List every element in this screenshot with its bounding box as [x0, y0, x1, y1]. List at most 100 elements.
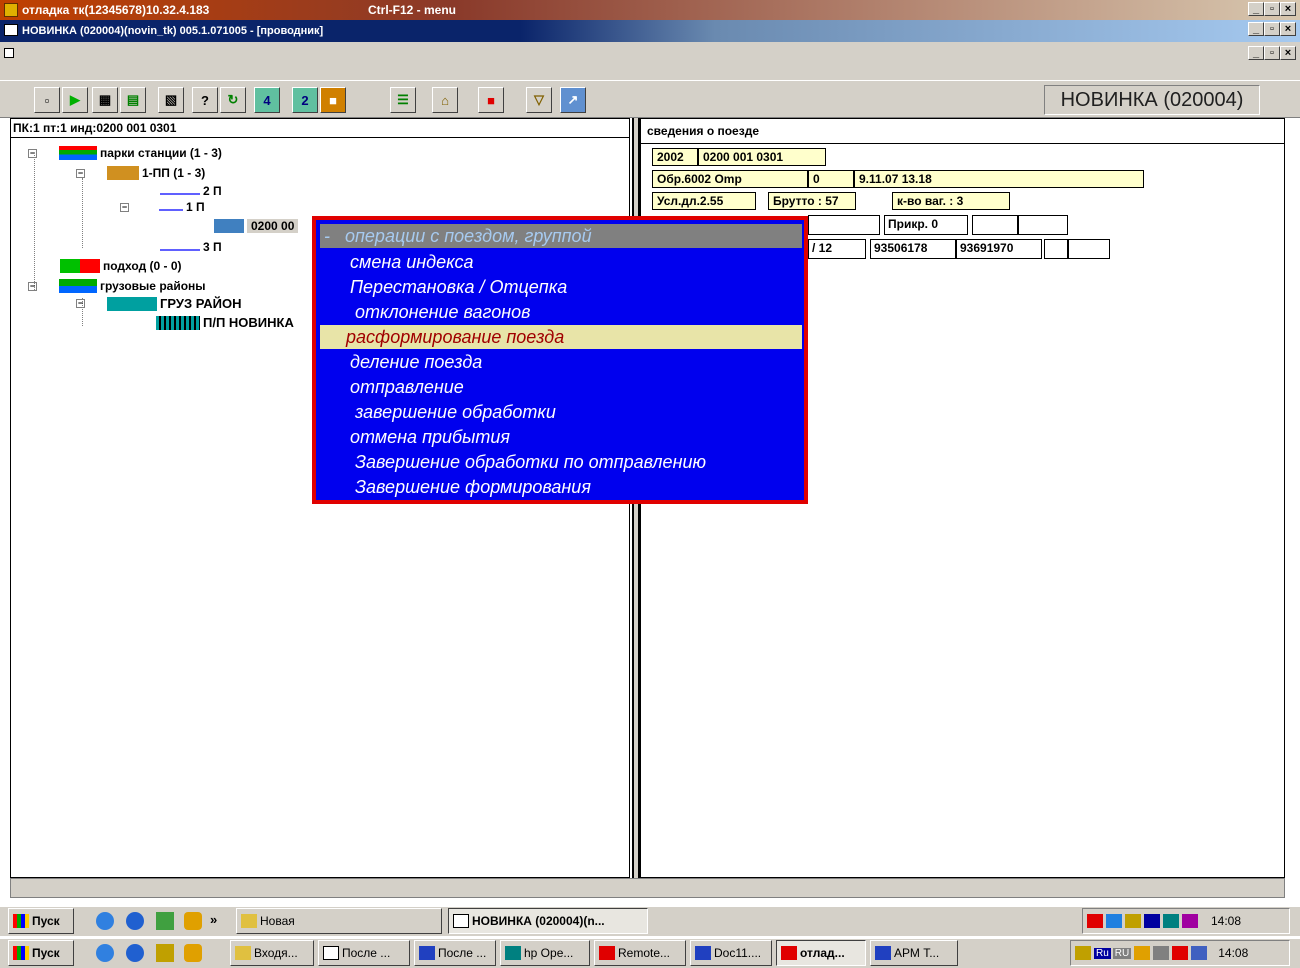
taskbar-item-word1[interactable]: После ... — [414, 940, 496, 966]
tray-tool-icon[interactable] — [1075, 946, 1091, 960]
mdi-maximize-button[interactable]: ▫ — [1264, 46, 1280, 60]
grid-icon[interactable]: ▦ — [92, 87, 118, 113]
mdi-minimize-button[interactable]: _ — [1248, 46, 1264, 60]
report-icon[interactable]: ■ — [320, 87, 346, 113]
word-icon — [695, 946, 711, 960]
menu-item-finish-departure-processing[interactable]: Завершение обработки по отправлению — [320, 450, 802, 474]
app-title-bar[interactable]: отладка тк(12345678)10.32.4.183 Ctrl-F12… — [0, 0, 1300, 20]
menu-item-reject-wagons[interactable]: отклонение вагонов — [320, 300, 802, 324]
start-button[interactable]: Пуск — [8, 940, 74, 966]
menu-item-rearrange-uncouple[interactable]: Перестановка / Отцепка — [320, 275, 802, 299]
child-minimize-button[interactable]: _ — [1248, 22, 1264, 36]
expand-icon[interactable]: − — [28, 148, 37, 158]
play-button[interactable]: ▶ — [62, 87, 88, 113]
row4-cell — [808, 215, 880, 235]
quicklaunch-ie-icon[interactable] — [96, 912, 114, 930]
tray-antivirus-icon[interactable] — [1134, 946, 1151, 960]
taskbar-item-mail[interactable]: После ... — [318, 940, 410, 966]
tray-remote-icon[interactable] — [1172, 946, 1189, 960]
tray-t-icon[interactable] — [1182, 914, 1198, 928]
stop-button[interactable]: ■ — [478, 87, 504, 113]
fraction-cell: / 12 — [808, 239, 866, 259]
outlook-icon — [235, 946, 251, 960]
filter-icon[interactable]: ▽ — [526, 87, 552, 113]
taskbar-item-remote[interactable]: Remote... — [594, 940, 686, 966]
child-close-button[interactable]: × — [1280, 22, 1296, 36]
tree-item-cargo[interactable]: − грузовые районы — [28, 279, 206, 293]
menu-item-disband-train[interactable]: расформирование поезда — [320, 325, 802, 349]
clock[interactable]: 14:08 — [1211, 914, 1241, 928]
prikr-cell: Прикр. 0 — [884, 215, 968, 235]
home-icon[interactable]: ⌂ — [432, 87, 458, 113]
calc-icon[interactable]: 4 — [254, 87, 280, 113]
taskbar-item-arm[interactable]: АРМ Т... — [870, 940, 958, 966]
taskbar-item-doc11[interactable]: Doc11.... — [690, 940, 772, 966]
menu-item-departure[interactable]: отправление — [320, 375, 802, 399]
close-button[interactable]: × — [1280, 2, 1296, 16]
expand-icon[interactable]: − — [28, 281, 37, 291]
tree-item-3p[interactable]: 3 П — [160, 240, 222, 254]
menu-item-finish-formation[interactable]: Завершение формирования — [320, 475, 802, 499]
tray-speaker-icon[interactable] — [1153, 946, 1170, 960]
maximize-button[interactable]: ▫ — [1264, 2, 1280, 16]
edit-icon[interactable]: ▧ — [158, 87, 184, 113]
quicklaunch-clock-icon[interactable] — [184, 944, 202, 962]
child-title-bar[interactable]: НОВИНКА (020004)(novin_tk) 005.1.071005 … — [0, 20, 1300, 42]
taskbar-item-debug[interactable]: отлад... — [776, 940, 866, 966]
quicklaunch-more[interactable]: » — [210, 912, 217, 927]
mdi-close-button[interactable]: × — [1280, 46, 1296, 60]
quicklaunch-tool-icon[interactable] — [156, 944, 174, 962]
quicklaunch-explorer-icon[interactable] — [126, 912, 144, 930]
expand-icon[interactable]: − — [76, 168, 85, 178]
table-icon[interactable]: ☰ — [390, 87, 416, 113]
tree-item-cargo-district[interactable]: − ГРУЗ РАЙОН — [76, 296, 241, 311]
tree-item-2p[interactable]: 2 П — [160, 184, 222, 198]
tree-item-1pp[interactable]: −1-ПП (1 - 3) — [76, 166, 205, 180]
quicklaunch-explorer-icon[interactable] — [126, 944, 144, 962]
list-icon[interactable]: ▤ — [120, 87, 146, 113]
tray-lang-icon[interactable] — [1144, 914, 1160, 928]
tree-item-approach[interactable]: подход (0 - 0) — [60, 259, 182, 273]
number-icon[interactable]: 2 — [292, 87, 318, 113]
menu-item-change-index[interactable]: смена индекса — [320, 250, 802, 274]
menu-item-finish-processing[interactable]: завершение обработки — [320, 400, 802, 424]
quicklaunch-desktop-icon[interactable] — [156, 912, 174, 930]
district-icon — [107, 296, 157, 311]
brutto-box: Брутто : 57 — [768, 192, 856, 210]
tray-calendar-icon[interactable] — [1191, 946, 1208, 960]
expand-icon[interactable]: − — [76, 299, 85, 308]
menu-item-cancel-arrival[interactable]: отмена прибытия — [320, 425, 802, 449]
taskbar-item-inbox[interactable]: Входя... — [230, 940, 314, 966]
tray-lang-ru[interactable]: Ru — [1094, 947, 1111, 959]
minimize-button[interactable]: _ — [1248, 2, 1264, 16]
wagon-number-cell: 93506178 — [870, 239, 956, 259]
menu-item-split-train[interactable]: деление поезда — [320, 350, 802, 374]
clock[interactable]: 14:08 — [1218, 946, 1248, 960]
tray-network-icon[interactable] — [1106, 914, 1122, 928]
minimize-view-button[interactable]: ▫ — [34, 87, 60, 113]
help-icon[interactable]: ? — [192, 87, 218, 113]
taskbar-item-new[interactable]: Новая — [236, 908, 442, 934]
expand-icon[interactable]: − — [120, 202, 129, 212]
tray-monitor-icon[interactable] — [1163, 914, 1179, 928]
quicklaunch-ie-icon[interactable] — [96, 944, 114, 962]
quicklaunch-clock-icon[interactable] — [184, 912, 202, 930]
tray-tool-icon[interactable] — [1125, 914, 1141, 928]
tree-item-1p[interactable]: −1 П — [120, 200, 205, 214]
tree-item-siding[interactable]: П/П НОВИНКА — [156, 315, 294, 330]
tray-app-icon[interactable] — [1087, 914, 1103, 928]
tree-item-train[interactable]: 0200 00 — [214, 219, 299, 233]
taskbar-item-hp[interactable]: hp Ope... — [500, 940, 590, 966]
start-button[interactable]: Пуск — [8, 908, 74, 934]
child-window-icon — [4, 24, 18, 36]
taskbar-item-novinka[interactable]: НОВИНКА (020004)(n... — [448, 908, 648, 934]
left-panel-header: ПК:1 пт:1 инд:0200 001 0301 — [10, 118, 630, 138]
exit-icon[interactable]: ↗ — [560, 87, 586, 113]
tree-item-parks[interactable]: − парки станции (1 - 3) — [28, 146, 222, 160]
child-maximize-button[interactable]: ▫ — [1264, 22, 1280, 36]
word-icon — [419, 946, 435, 960]
app-window-icon — [453, 914, 469, 928]
track-icon — [160, 243, 200, 251]
tray-lang-ru2[interactable]: RU — [1112, 947, 1132, 959]
refresh-icon[interactable]: ↻ — [220, 87, 246, 113]
